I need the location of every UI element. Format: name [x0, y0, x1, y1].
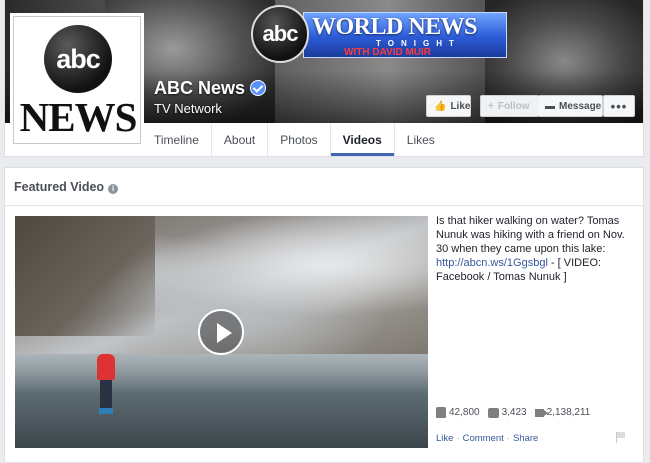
separator: ·	[506, 433, 510, 444]
video-description: Is that hiker walking on water? Tomas Nu…	[436, 214, 632, 284]
video-reflection	[15, 354, 428, 394]
thumbs-up-icon: 👍	[434, 100, 447, 112]
featured-video-card: Featured Video i Is that hiker walking on…	[4, 167, 644, 463]
share-link[interactable]: Share	[513, 433, 538, 444]
anchor-name: DAVID MUIR	[372, 47, 432, 58]
show-anchor: WITH DAVID MUIR	[344, 47, 431, 58]
page-category[interactable]: TV Network	[154, 101, 222, 116]
follow-label: Follow	[497, 100, 530, 112]
speech-bubble-icon: ▬	[545, 100, 555, 112]
video-stats: 42,800 3,423 2,138,211	[436, 407, 598, 418]
tab-videos[interactable]: Videos	[331, 123, 395, 156]
follow-button[interactable]: + Follow	[480, 95, 539, 117]
description-link[interactable]: http://abcn.ws/1Ggsbgl	[436, 257, 548, 269]
profile-logo-word: NEWS	[19, 94, 138, 140]
like-link[interactable]: Like	[436, 433, 453, 444]
world-news-logo: WORLD NEWS TONIGHT WITH DAVID MUIR abc	[251, 4, 507, 64]
comment-icon	[487, 407, 499, 418]
abc-circle-logo-icon: abc	[44, 25, 112, 93]
featured-title-text: Featured Video	[14, 180, 105, 194]
comments-count[interactable]: 3,423	[487, 407, 527, 418]
hiker-boots	[99, 408, 113, 414]
post-actions: Like · Comment · Share	[436, 433, 538, 444]
tab-about[interactable]: About	[212, 123, 269, 156]
tab-likes[interactable]: Likes	[395, 123, 447, 156]
video-camera-icon	[534, 408, 548, 417]
divider	[5, 205, 643, 206]
flag-icon[interactable]	[616, 432, 625, 443]
with-prefix: WITH	[344, 47, 370, 58]
likes-value: 42,800	[449, 407, 480, 418]
play-icon[interactable]	[198, 309, 244, 355]
thumbs-up-icon	[436, 407, 446, 418]
comments-value: 3,423	[501, 407, 527, 418]
page-tabs: Timeline About Photos Videos Likes	[142, 123, 447, 156]
world-news-banner: WORLD NEWS TONIGHT WITH DAVID MUIR	[303, 12, 507, 58]
hiker-legs	[100, 380, 112, 410]
profile-picture[interactable]: abc NEWS	[13, 16, 141, 144]
comment-link[interactable]: Comment	[463, 433, 504, 444]
like-label: Like	[450, 100, 471, 112]
page-header: WORLD NEWS TONIGHT WITH DAVID MUIR abc a…	[4, 0, 644, 157]
video-player[interactable]	[15, 216, 428, 448]
info-icon[interactable]: i	[108, 184, 119, 194]
verified-badge-icon	[250, 80, 267, 96]
tab-photos[interactable]: Photos	[268, 123, 331, 156]
views-value: 2,138,211	[546, 407, 591, 418]
page-name-text: ABC News	[154, 78, 246, 98]
video-rock	[15, 216, 155, 336]
page-name[interactable]: ABC News	[154, 78, 267, 99]
message-button[interactable]: ▬ Message	[538, 95, 603, 117]
separator: ·	[456, 433, 460, 444]
description-text: Is that hiker walking on water? Tomas Nu…	[436, 215, 625, 255]
hiker-backpack	[97, 354, 115, 380]
abc-logo-icon: abc	[251, 5, 309, 63]
views-count: 2,138,211	[534, 407, 591, 418]
tab-timeline[interactable]: Timeline	[142, 123, 212, 156]
more-options-button[interactable]: •••	[603, 95, 635, 117]
featured-video-heading: Featured Video i	[14, 180, 119, 194]
message-label: Message	[559, 100, 602, 112]
plus-icon: +	[488, 100, 494, 112]
hiker-figure	[95, 354, 117, 416]
likes-count[interactable]: 42,800	[436, 407, 480, 418]
like-page-button[interactable]: 👍 Like	[426, 95, 471, 117]
show-title: WORLD NEWS	[312, 14, 478, 40]
